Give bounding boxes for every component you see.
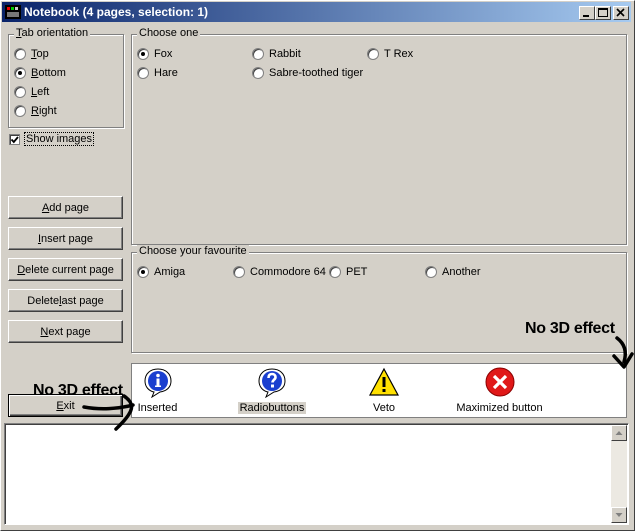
- annotation-arrows: [82, 336, 634, 431]
- arrow-icon-top-right: [612, 336, 634, 369]
- arrow-icon-left: [82, 394, 135, 431]
